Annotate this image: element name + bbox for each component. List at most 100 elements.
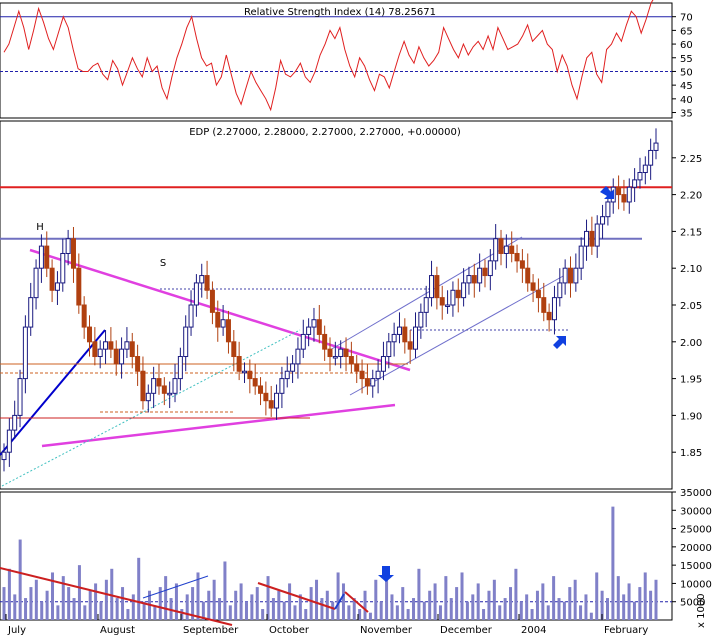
volume-tick-label: 5000 [680,598,705,609]
volume-bar [503,598,507,620]
rsi-tick-label: 45 [680,81,693,92]
volume-bar [595,572,599,620]
candle-body [199,275,205,284]
volume-bar [261,609,265,620]
volume-bar [218,598,222,620]
volume-bar [336,572,340,620]
volume-bar [455,587,459,620]
volume-bar [34,579,38,620]
volume-bar [487,590,491,620]
candle-body [338,348,344,358]
candle-body [92,341,98,358]
candle-body [546,311,552,321]
volume-bar [428,590,432,620]
volume-bar [50,572,54,620]
candle-body [145,392,151,402]
price-tick-label: 2.00 [680,338,702,349]
volume-bar [616,576,620,620]
candle-body [161,385,167,394]
volume-bar [557,598,561,620]
candle-body [274,392,280,409]
candle-body [113,348,119,365]
candle-body [252,378,258,387]
candle-body [284,370,290,380]
volume-bar [104,579,108,620]
price-tick-label: 1.95 [680,375,702,386]
candle-body [626,186,632,203]
volume-bar [7,568,11,620]
price-title: EDP (2.27000, 2.28000, 2.27000, 2.27000,… [189,127,461,138]
volume-bar [304,609,308,620]
volume-bar [115,598,119,620]
volume-bar [482,609,486,620]
candle-body [65,238,71,254]
candle-body [519,260,525,269]
volume-bar [476,583,480,620]
volume-bar [643,572,647,620]
candle-body [445,304,451,307]
candle-body [642,164,648,174]
volume-bar [433,583,437,620]
candle-body [70,238,76,269]
volume-bar [137,557,141,620]
month-label: September [183,625,239,636]
candle-body [482,267,488,277]
volume-bar [444,576,448,620]
volume-bar [573,579,577,620]
volume-bar [368,612,372,620]
month-label: August [100,625,135,636]
volume-bar [228,605,232,620]
candle-body [455,289,461,299]
candle-body [22,326,28,380]
candle-body [584,230,590,247]
candle-body [247,370,253,380]
candle-body [215,311,221,328]
rsi-tick-label: 55 [680,54,693,65]
month-label: 2004 [521,625,546,636]
volume-bar [331,601,335,620]
candle-body [28,297,34,328]
candle-body [423,297,429,313]
volume-bar [363,590,367,620]
candle-body [135,356,141,372]
candle-body [589,230,595,247]
candle-body [407,341,413,350]
candle-body [167,392,173,396]
volume-bar [498,605,502,620]
candle-body [236,356,242,372]
candle-body [402,326,408,343]
candle-body [300,333,306,350]
price-tick-label: 2.05 [680,301,702,312]
volume-bar [449,598,453,620]
candle-body [434,275,440,299]
price-tick-label: 2.25 [680,154,702,165]
volume-bar [234,590,238,620]
candle-body [241,370,247,374]
volume-bar [13,594,17,620]
volume-bar [315,579,319,620]
rsi-title: Relative Strength Index (14) 78.25671 [244,7,436,18]
volume-tick-label: 15000 [680,561,712,572]
volume-bar [525,594,529,620]
candle-body [632,179,638,188]
volume-bar [244,601,248,620]
candle-body [54,282,60,291]
candle-body [525,267,531,284]
volume-tick-label: 30000 [680,506,712,517]
volume-bar [121,587,125,620]
candle-body [493,238,499,262]
volume-bar [530,609,534,620]
candle-body [129,341,135,358]
volume-bar [589,612,593,620]
candle-body [311,319,317,328]
candle-body [225,319,231,343]
volume-tick-label: 35000 [680,488,712,499]
volume-bar [99,601,103,620]
volume-bar [126,609,130,620]
volume-bar [519,601,523,620]
volume-bar [250,594,254,620]
volume-bar [40,601,44,620]
volume-bar [422,601,426,620]
rsi-tick-label: 50 [680,67,693,78]
candle-body [578,245,584,269]
